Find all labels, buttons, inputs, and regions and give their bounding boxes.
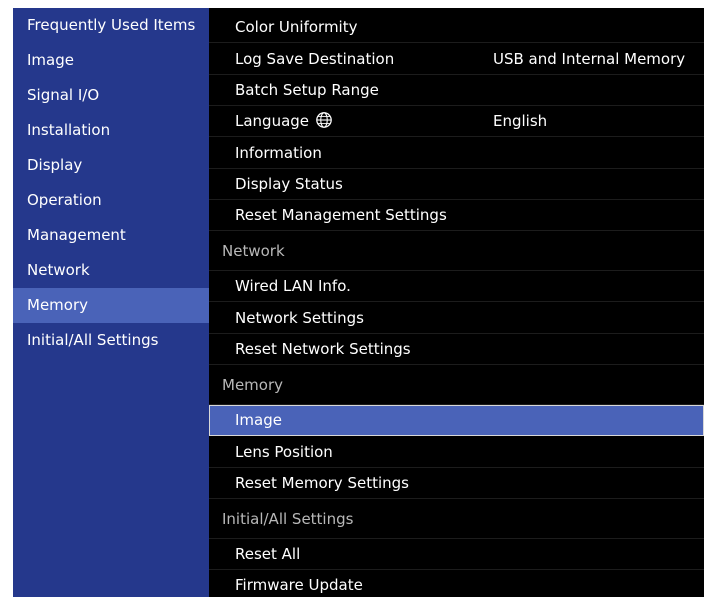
reset-memory-settings-row[interactable]: Reset Memory Settings <box>209 468 704 499</box>
wired-lan-info-row[interactable]: Wired LAN Info. <box>209 271 704 302</box>
row-label: Wired LAN Info. <box>235 277 351 295</box>
section-title: Initial/All Settings <box>222 510 354 528</box>
row-label: Reset Management Settings <box>235 206 447 224</box>
projector-menu-screen: Frequently Used Items Image Signal I/O I… <box>13 8 704 597</box>
row-label: Lens Position <box>235 443 333 461</box>
sidebar: Frequently Used Items Image Signal I/O I… <box>13 8 209 597</box>
language-label: Language <box>235 112 310 130</box>
network-settings-row[interactable]: Network Settings <box>209 302 704 334</box>
color-uniformity-row[interactable]: Color Uniformity <box>209 12 704 43</box>
network-section-header: Network <box>209 231 704 271</box>
row-label: Reset Network Settings <box>235 340 411 358</box>
row-label: Display Status <box>235 175 343 193</box>
lens-position-row[interactable]: Lens Position <box>209 436 704 468</box>
reset-management-settings-row[interactable]: Reset Management Settings <box>209 200 704 231</box>
initial-all-settings-section-header: Initial/All Settings <box>209 499 704 539</box>
log-save-destination-row[interactable]: Log Save Destination USB and Internal Me… <box>209 43 704 75</box>
sidebar-item-signal-io[interactable]: Signal I/O <box>13 78 209 113</box>
sidebar-item-installation[interactable]: Installation <box>13 113 209 148</box>
row-label: Reset Memory Settings <box>235 474 409 492</box>
section-title: Network <box>222 242 285 260</box>
row-label: Network Settings <box>235 309 364 327</box>
sidebar-item-image[interactable]: Image <box>13 43 209 78</box>
settings-list: Color Uniformity Log Save Destination US… <box>209 8 704 597</box>
reset-network-settings-row[interactable]: Reset Network Settings <box>209 334 704 365</box>
row-value: English <box>493 112 548 130</box>
sidebar-item-management[interactable]: Management <box>13 218 209 253</box>
row-label: Log Save Destination <box>235 50 395 68</box>
sidebar-item-initial-all-settings[interactable]: Initial/All Settings <box>13 323 209 358</box>
row-label: Image <box>235 411 282 429</box>
firmware-update-row[interactable]: Firmware Update <box>209 570 704 597</box>
information-row[interactable]: Information <box>209 137 704 169</box>
globe-icon <box>316 112 332 128</box>
reset-all-row[interactable]: Reset All <box>209 539 704 570</box>
sidebar-item-network[interactable]: Network <box>13 253 209 288</box>
row-label: Language <box>235 106 333 137</box>
batch-setup-range-row[interactable]: Batch Setup Range <box>209 75 704 106</box>
display-status-row[interactable]: Display Status <box>209 169 704 200</box>
language-row[interactable]: Language English <box>209 106 704 137</box>
row-label: Color Uniformity <box>235 18 358 36</box>
row-label: Batch Setup Range <box>235 81 379 99</box>
sidebar-item-operation[interactable]: Operation <box>13 183 209 218</box>
memory-section-header: Memory <box>209 365 704 405</box>
sidebar-item-frequently-used-items[interactable]: Frequently Used Items <box>13 8 209 43</box>
section-title: Memory <box>222 376 284 394</box>
row-label: Firmware Update <box>235 576 363 594</box>
sidebar-item-display[interactable]: Display <box>13 148 209 183</box>
row-label: Information <box>235 144 322 162</box>
memory-image-row[interactable]: Image <box>209 405 704 436</box>
row-label: Reset All <box>235 545 301 563</box>
sidebar-item-memory[interactable]: Memory <box>13 288 209 323</box>
row-value: USB and Internal Memory <box>493 50 686 68</box>
